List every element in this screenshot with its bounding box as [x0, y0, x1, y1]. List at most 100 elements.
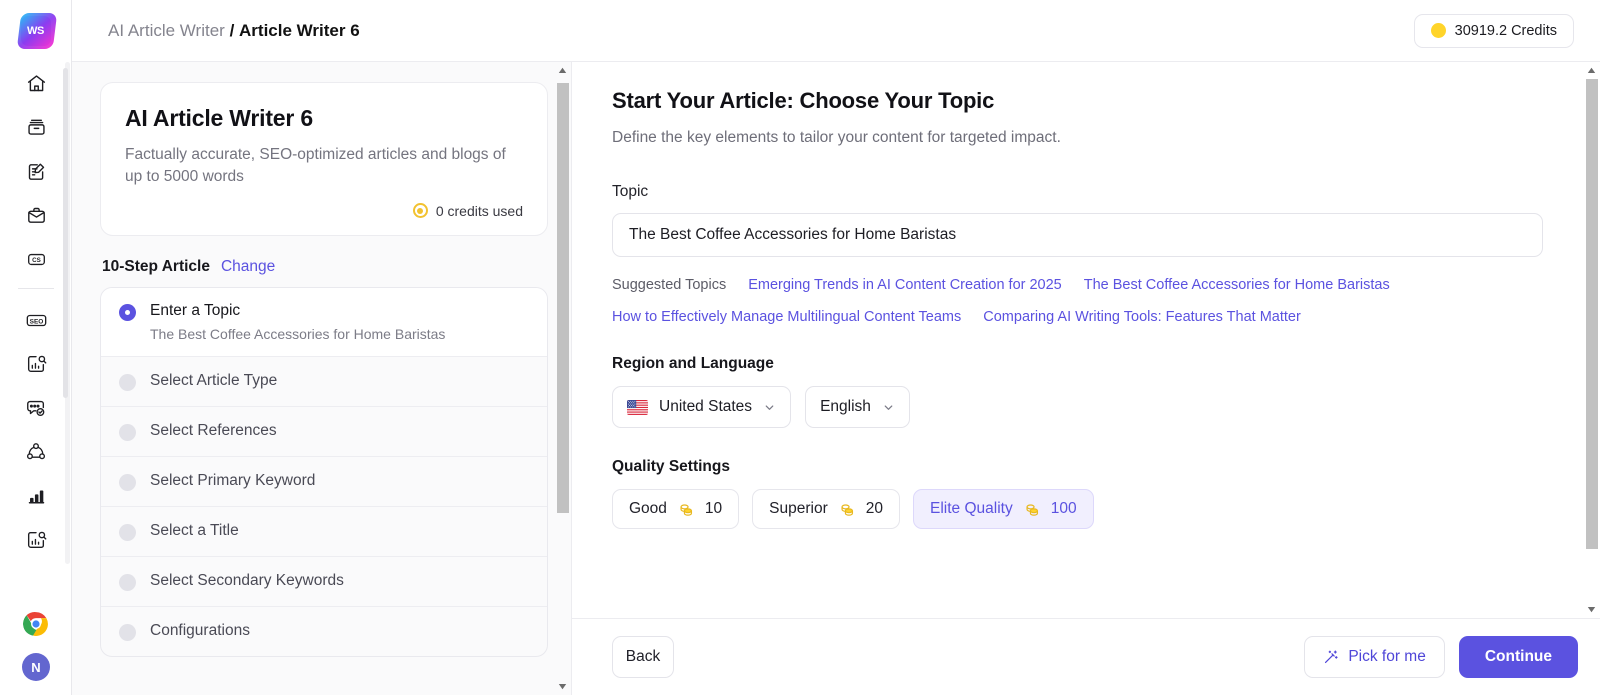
- tool-title: AI Article Writer 6: [125, 105, 523, 132]
- footer-actions: Pick for me Continue: [1304, 636, 1578, 678]
- footer-bar: Back Pick for me Continue: [572, 618, 1600, 695]
- quality-option-label: Good: [629, 500, 667, 518]
- language-select[interactable]: English: [805, 386, 910, 428]
- message-check-icon[interactable]: [16, 388, 56, 428]
- content-scroll-area: Start Your Article: Choose Your Topic De…: [572, 62, 1600, 618]
- chevron-down-icon: [763, 401, 776, 414]
- scroll-up-arrow-icon[interactable]: [554, 62, 571, 79]
- svg-text:SEO: SEO: [29, 318, 43, 325]
- sidebar-step-select-references[interactable]: Select References: [101, 407, 547, 457]
- step-label: Select a Title: [150, 522, 239, 541]
- topic-input[interactable]: [612, 213, 1543, 257]
- step-bullet-icon: [119, 624, 136, 641]
- steps-scrollbar-thumb[interactable]: [557, 83, 569, 513]
- flow-name: 10-Step Article: [102, 258, 210, 276]
- svg-text:CS: CS: [32, 257, 41, 264]
- sidebar-step-select-secondary-keywords[interactable]: Select Secondary Keywords: [101, 557, 547, 607]
- chart-search-icon-2[interactable]: [16, 520, 56, 560]
- coin-icon: [1431, 23, 1446, 38]
- rail-bottom-group: N: [0, 611, 72, 681]
- us-flag-icon: [627, 400, 648, 415]
- top-bar: AI Article Writer / Article Writer 6 309…: [72, 0, 1600, 62]
- tool-description: Factually accurate, SEO-optimized articl…: [125, 144, 523, 189]
- region-language-label: Region and Language: [612, 355, 1543, 373]
- content-scrollbar-track[interactable]: [1583, 79, 1600, 601]
- briefcase-icon[interactable]: [16, 195, 56, 235]
- content-inner: Start Your Article: Choose Your Topic De…: [572, 62, 1583, 549]
- sidebar-step-select-a-title[interactable]: Select a Title: [101, 507, 547, 557]
- user-avatar[interactable]: N: [22, 653, 50, 681]
- archive-icon[interactable]: [16, 107, 56, 147]
- back-button[interactable]: Back: [612, 636, 674, 678]
- quality-option-cost: 10: [705, 500, 722, 518]
- region-select[interactable]: United States: [612, 386, 791, 428]
- sidebar-step-select-primary-keyword[interactable]: Select Primary Keyword: [101, 457, 547, 507]
- content-scrollbar-thumb[interactable]: [1586, 79, 1598, 549]
- breadcrumb-separator: /: [230, 21, 235, 40]
- quality-option-label: Elite Quality: [930, 500, 1013, 518]
- chrome-icon[interactable]: [23, 611, 49, 637]
- scroll-down-arrow-icon[interactable]: [554, 678, 571, 695]
- quality-option-superior[interactable]: Superior 20: [752, 489, 900, 529]
- sidebar-step-select-article-type[interactable]: Select Article Type: [101, 357, 547, 407]
- breadcrumb-current: Article Writer 6: [239, 21, 360, 40]
- step-label: Select Primary Keyword: [150, 472, 315, 491]
- tool-card: AI Article Writer 6 Factually accurate, …: [100, 82, 548, 236]
- app-root: WS CS SEO: [0, 0, 1600, 695]
- quality-settings-label: Quality Settings: [612, 458, 1543, 476]
- tool-credits-used: 0 credits used: [125, 203, 523, 219]
- magic-wand-icon: [1323, 649, 1339, 665]
- quality-option-cost: 20: [866, 500, 883, 518]
- region-value: United States: [659, 398, 752, 416]
- rail-divider: [18, 288, 54, 289]
- chart-search-icon[interactable]: [16, 344, 56, 384]
- step-bullet-icon: [119, 574, 136, 591]
- content-scrollbar[interactable]: [1583, 62, 1600, 618]
- edit-document-icon[interactable]: [16, 151, 56, 191]
- suggested-topic-1[interactable]: Emerging Trends in AI Content Creation f…: [748, 277, 1062, 293]
- credits-badge[interactable]: 30919.2 Credits: [1414, 14, 1574, 48]
- continue-button[interactable]: Continue: [1459, 636, 1578, 678]
- language-value: English: [820, 398, 871, 416]
- step-label: Select References: [150, 422, 277, 441]
- app-logo[interactable]: WS: [21, 16, 51, 46]
- suggested-topic-3[interactable]: How to Effectively Manage Multilingual C…: [612, 309, 961, 325]
- seo-badge-icon[interactable]: SEO: [16, 300, 56, 340]
- network-share-icon[interactable]: [16, 432, 56, 472]
- quality-option-good[interactable]: Good 10: [612, 489, 739, 529]
- left-icon-rail: WS CS SEO: [0, 0, 72, 695]
- home-icon[interactable]: [16, 63, 56, 103]
- breadcrumb: AI Article Writer / Article Writer 6: [108, 21, 360, 41]
- quality-option-elite-quality[interactable]: Elite Quality 100: [913, 489, 1094, 529]
- scroll-up-arrow-icon[interactable]: [1583, 62, 1600, 79]
- app-logo-text: WS: [27, 25, 44, 37]
- step-label: Configurations: [150, 622, 250, 641]
- steps-inner: AI Article Writer 6 Factually accurate, …: [72, 62, 572, 657]
- sidebar-step-configurations[interactable]: Configurations: [101, 607, 547, 656]
- change-flow-link[interactable]: Change: [221, 258, 275, 276]
- rail-scrollbar-thumb[interactable]: [63, 68, 68, 398]
- sidebar-step-enter-a-topic[interactable]: Enter a Topic The Best Coffee Accessorie…: [101, 288, 547, 357]
- breadcrumb-parent[interactable]: AI Article Writer: [108, 21, 225, 40]
- steps-header: 10-Step Article Change: [102, 258, 548, 276]
- cs-badge-icon[interactable]: CS: [16, 239, 56, 279]
- chevron-down-icon: [882, 401, 895, 414]
- page-title: Start Your Article: Choose Your Topic: [612, 88, 1543, 114]
- step-bullet-icon: [119, 474, 136, 491]
- coin-ring-icon: [413, 203, 428, 218]
- steps-scrollbar[interactable]: [554, 62, 571, 695]
- topic-field-label: Topic: [612, 183, 1543, 201]
- pick-for-me-button[interactable]: Pick for me: [1304, 636, 1445, 678]
- scroll-down-arrow-icon[interactable]: [1583, 601, 1600, 618]
- step-bullet-active-icon: [119, 304, 136, 321]
- step-bullet-icon: [119, 424, 136, 441]
- bar-chart-icon[interactable]: [16, 476, 56, 516]
- step-bullet-icon: [119, 374, 136, 391]
- suggested-topic-2[interactable]: The Best Coffee Accessories for Home Bar…: [1084, 277, 1390, 293]
- pick-for-me-label: Pick for me: [1348, 648, 1426, 666]
- suggested-topic-4[interactable]: Comparing AI Writing Tools: Features Tha…: [983, 309, 1301, 325]
- rail-scrollbar-track[interactable]: [65, 62, 70, 564]
- step-label: Select Secondary Keywords: [150, 572, 344, 591]
- step-label: Enter a Topic: [150, 302, 445, 321]
- steps-scrollbar-track[interactable]: [554, 79, 571, 678]
